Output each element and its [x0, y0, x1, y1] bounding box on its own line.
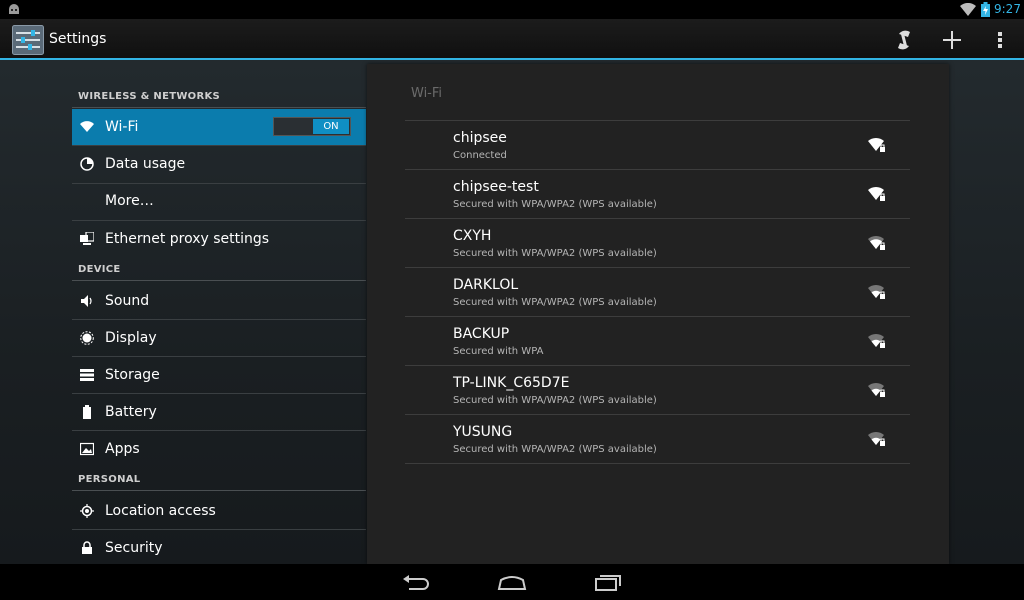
battery-icon [83, 405, 91, 419]
lock-icon [82, 541, 92, 554]
settings-sidebar: WIRELESS & NETWORKS Wi-Fi ON Data usage … [72, 60, 366, 564]
overflow-menu-icon[interactable] [986, 26, 1014, 54]
sidebar-item-label: Data usage [105, 156, 186, 172]
network-name: YUSUNG [453, 424, 513, 440]
wifi-network-panel: Wi-Fi chipsee Connected chipsee-test Sec… [367, 64, 949, 564]
network-status: Secured with WPA/WPA2 (WPS available) [453, 297, 657, 308]
battery-charging-icon [981, 2, 990, 17]
location-icon [80, 504, 94, 518]
network-status: Secured with WPA/WPA2 (WPS available) [453, 444, 657, 455]
divider [72, 107, 366, 108]
category-device: DEVICE [78, 264, 121, 275]
wifi-locked-fair-icon [868, 284, 885, 299]
sidebar-item-label: Storage [105, 367, 160, 383]
wifi-icon [80, 121, 94, 132]
display-icon [80, 331, 94, 345]
wps-refresh-icon[interactable] [890, 26, 918, 54]
network-status: Connected [453, 150, 507, 161]
recent-apps-icon[interactable] [593, 572, 623, 592]
sidebar-item-data-usage[interactable]: Data usage [72, 146, 366, 182]
sidebar-item-label: Sound [105, 293, 150, 309]
sidebar-item-display[interactable]: Display [72, 320, 366, 356]
ethernet-icon [80, 232, 94, 245]
settings-content: WIRELESS & NETWORKS Wi-Fi ON Data usage … [0, 60, 1024, 564]
network-status: Secured with WPA/WPA2 (WPS available) [453, 248, 657, 259]
network-name: chipsee [453, 130, 507, 146]
network-item-yusung[interactable]: YUSUNG Secured with WPA/WPA2 (WPS availa… [405, 414, 910, 464]
back-icon[interactable] [401, 572, 431, 592]
category-personal: PERSONAL [78, 474, 141, 485]
sidebar-item-more[interactable]: More… [72, 183, 366, 219]
data-usage-icon [80, 157, 94, 171]
settings-app-icon[interactable] [12, 25, 44, 55]
network-name: chipsee-test [453, 179, 539, 195]
storage-icon [80, 369, 94, 381]
status-bar: 9:27 [0, 0, 1024, 19]
sidebar-item-label: Security [105, 540, 163, 556]
network-status: Secured with WPA/WPA2 (WPS available) [453, 199, 657, 210]
action-bar: Settings [0, 19, 1024, 60]
network-item-tp-link[interactable]: TP-LINK_C65D7E Secured with WPA/WPA2 (WP… [405, 365, 910, 415]
sidebar-item-battery[interactable]: Battery [72, 394, 366, 430]
wifi-locked-strong-icon [868, 137, 885, 152]
sidebar-item-label: Apps [105, 441, 140, 457]
clock: 9:27 [994, 2, 1021, 16]
sidebar-item-sound[interactable]: Sound [72, 283, 366, 319]
sidebar-item-label: Display [105, 330, 157, 346]
wifi-toggle[interactable]: ON [273, 117, 351, 136]
network-name: CXYH [453, 228, 492, 244]
sound-icon [81, 295, 92, 307]
wifi-locked-fair-icon [868, 382, 885, 397]
wifi-signal-icon [960, 3, 976, 16]
page-title: Settings [49, 31, 107, 47]
sidebar-item-ethernet-proxy[interactable]: Ethernet proxy settings [72, 221, 366, 257]
divider [72, 280, 366, 281]
network-item-chipsee-test[interactable]: chipsee-test Secured with WPA/WPA2 (WPS … [405, 169, 910, 219]
wifi-locked-good-icon [868, 235, 885, 250]
wifi-toggle-state: ON [313, 119, 349, 134]
network-item-backup[interactable]: BACKUP Secured with WPA [405, 316, 910, 366]
panel-title: Wi-Fi [411, 86, 443, 101]
network-name: DARKLOL [453, 277, 519, 293]
network-status: Secured with WPA/WPA2 (WPS available) [453, 395, 657, 406]
divider [72, 490, 366, 491]
sidebar-item-wifi[interactable]: Wi-Fi ON [72, 109, 366, 145]
network-item-chipsee[interactable]: chipsee Connected [405, 120, 910, 170]
add-network-icon[interactable] [938, 26, 966, 54]
sidebar-item-security[interactable]: Security [72, 530, 366, 566]
network-item-darklol[interactable]: DARKLOL Secured with WPA/WPA2 (WPS avail… [405, 267, 910, 317]
sidebar-item-label: Location access [105, 503, 216, 519]
android-notification-icon [9, 4, 19, 14]
navigation-bar [0, 564, 1024, 600]
apps-icon [80, 442, 94, 456]
sidebar-item-label: Battery [105, 404, 157, 420]
wifi-locked-strong-icon [868, 186, 885, 201]
sidebar-item-label: Wi-Fi [105, 119, 139, 135]
divider [405, 463, 910, 464]
category-wireless: WIRELESS & NETWORKS [78, 91, 221, 102]
sidebar-item-label: Ethernet proxy settings [105, 231, 270, 247]
home-icon[interactable] [497, 572, 527, 592]
wifi-locked-fair-icon [868, 333, 885, 348]
sidebar-item-apps[interactable]: Apps [72, 431, 366, 467]
network-name: BACKUP [453, 326, 510, 342]
sidebar-item-label: More… [105, 193, 154, 209]
sidebar-item-storage[interactable]: Storage [72, 357, 366, 393]
sidebar-item-location-access[interactable]: Location access [72, 493, 366, 529]
network-item-cxyh[interactable]: CXYH Secured with WPA/WPA2 (WPS availabl… [405, 218, 910, 268]
network-name: TP-LINK_C65D7E [453, 375, 570, 391]
network-status: Secured with WPA [453, 346, 544, 357]
wifi-locked-fair-icon [868, 431, 885, 446]
